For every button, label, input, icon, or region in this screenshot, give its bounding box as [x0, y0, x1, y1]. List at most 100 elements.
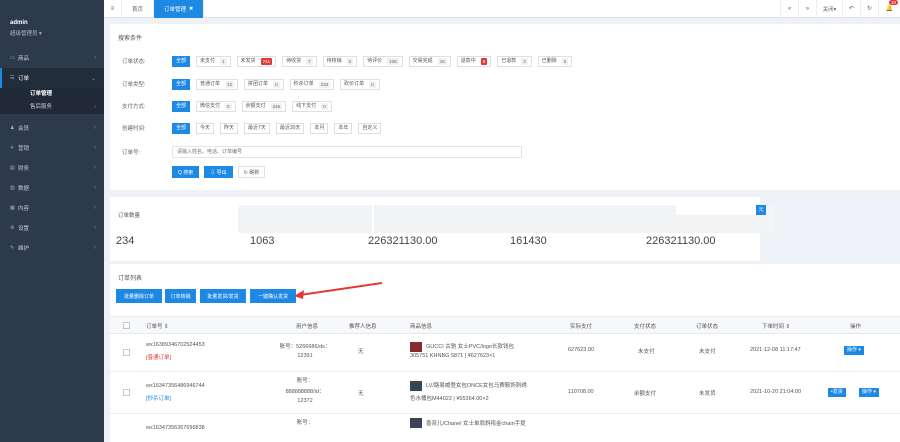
time-chip[interactable]: 最近30天	[275, 122, 305, 134]
user-info: 12391	[297, 353, 313, 359]
keyword-search-input[interactable]	[172, 146, 522, 158]
chip-count: 0	[346, 57, 354, 65]
time-chip[interactable]: 昨天	[220, 122, 239, 134]
marketing-icon: ✈	[10, 145, 15, 151]
search-button[interactable]: Q 搜索	[172, 166, 200, 178]
status-chip[interactable]: 退款中 6	[456, 55, 492, 67]
ship-button[interactable]: ▪发货	[828, 388, 846, 397]
type-chip[interactable]: 普通订单 12	[196, 78, 239, 90]
close-tab-icon[interactable]: ✖	[189, 6, 193, 12]
user-info: 12372	[297, 398, 313, 404]
type-chip[interactable]: 砍价订单 0	[340, 78, 380, 90]
time-chip[interactable]: 自定义	[358, 122, 382, 134]
content-icon: ▦	[10, 205, 15, 211]
stat-value: 234	[116, 235, 135, 247]
close-menu-button[interactable]: 关闭▾	[816, 0, 842, 18]
verify-order-button[interactable]: 订单核销	[165, 289, 196, 303]
status-chip[interactable]: 待收货 7	[282, 55, 317, 67]
status-chip[interactable]: 未支付 1	[196, 55, 231, 67]
chip-count: 245	[270, 102, 283, 110]
sidebar-item-label: 内容	[18, 206, 30, 212]
status-chip-all[interactable]: 全部	[172, 55, 191, 67]
user-role[interactable]: 超级管理员 ▾	[10, 29, 104, 37]
status-chip[interactable]: 已删除 5	[537, 55, 573, 67]
row-checkbox[interactable]	[123, 349, 130, 356]
refresh-button[interactable]: ↻ 刷新	[237, 166, 266, 178]
time-chip[interactable]: 最近7天	[244, 122, 270, 134]
confirm-ship-button[interactable]: 一键确认发货	[250, 289, 296, 303]
notification-bell[interactable]: 🔔 10	[878, 0, 900, 18]
status-chip[interactable]: 待评价 108	[363, 55, 403, 67]
pay-chip[interactable]: 余额支付 245	[241, 100, 287, 112]
sidebar-item-content[interactable]: ▦ 内容 ‹	[0, 198, 104, 218]
pay-chip[interactable]: 线下支付 0	[292, 100, 332, 112]
order-status: 未发货	[699, 391, 716, 397]
chevron-right-icon: ‹	[94, 165, 96, 171]
sidebar-item-order[interactable]: ☰ 订单 ⌄	[0, 68, 104, 88]
type-chip-all[interactable]: 全部	[172, 78, 191, 90]
select-all-checkbox[interactable]	[123, 322, 130, 329]
referrer-info: 无	[358, 349, 364, 355]
sidebar-item-finance[interactable]: ▤ 财务 ‹	[0, 158, 104, 178]
status-chip[interactable]: 待核销 0	[322, 55, 358, 67]
product-thumbnail[interactable]	[410, 381, 422, 391]
status-chip[interactable]: 交易完成 16	[408, 55, 451, 67]
chip-count: 233	[318, 80, 331, 88]
sidebar-item-label: 设置	[18, 226, 30, 232]
chip-count: 108	[387, 57, 399, 65]
pay-chip-all[interactable]: 全部	[172, 100, 191, 112]
menu-toggle-icon[interactable]: ≡	[104, 0, 122, 18]
tab-order-manage[interactable]: 订单管理 ✖	[154, 0, 205, 18]
user-box[interactable]: admin 超级管理员 ▾	[0, 0, 104, 48]
column-header: 支付状态	[634, 324, 657, 330]
column-header[interactable]: 下单时间 ⇕	[762, 322, 790, 330]
sidebar-item-member[interactable]: ♟ 会员 ‹	[0, 118, 104, 138]
chip-label: 待评价	[367, 58, 383, 64]
sidebar-subitem-aftersale[interactable]: 售后服务 ‹	[0, 101, 104, 114]
time-chip[interactable]: 本月	[310, 122, 329, 134]
sidebar-subitem-order-manage[interactable]: 订单管理	[0, 88, 104, 101]
time-chip[interactable]: 本年	[334, 122, 353, 134]
scroll-right-icon[interactable]: »	[798, 0, 816, 18]
column-header[interactable]: 订单号 ⇕	[146, 322, 169, 330]
member-icon: ♟	[10, 125, 15, 131]
sidebar-item-data[interactable]: ▥ 数据 ‹	[0, 178, 104, 198]
sidebar-item-marketing[interactable]: ✈ 营销 ‹	[0, 138, 104, 158]
chip-label: 微信支付	[200, 103, 221, 109]
type-chip[interactable]: 秒杀订单 233	[289, 78, 335, 90]
tab-home[interactable]: 首页	[122, 0, 155, 18]
stats-panel: 订单数量 234 1063 226321130.00 161430 226321…	[110, 197, 774, 261]
product-thumbnail[interactable]	[410, 418, 422, 428]
pay-chip[interactable]: 微信支付 0	[196, 100, 236, 112]
sidebar-item-maintain[interactable]: ✎ 维护 ‹	[0, 238, 104, 258]
sidebar-item-shop[interactable]: ▭ 商品 ‹	[0, 48, 104, 68]
pay-status: 未支付	[638, 349, 655, 355]
settings-icon: ⚙	[10, 225, 15, 231]
chip-count: 5	[561, 57, 569, 65]
export-button[interactable]: ⇩ 导出	[204, 166, 233, 178]
action-dropdown-button[interactable]: 操作 ▾	[844, 346, 864, 355]
scroll-left-icon[interactable]: «	[780, 0, 798, 18]
time-chip[interactable]: 今天	[196, 122, 215, 134]
sidebar-item-label: 售后服务	[30, 104, 53, 110]
chip-count: 0	[369, 80, 376, 88]
paid-amount: 110708.00	[568, 389, 594, 395]
chip-count: 12	[225, 80, 235, 88]
refresh-icon[interactable]: ↻	[860, 0, 878, 18]
stats-side-button[interactable]: 元	[756, 205, 766, 215]
product-thumbnail[interactable]	[410, 342, 422, 352]
status-chip[interactable]: 已退款 3	[497, 55, 532, 67]
batch-delete-button[interactable]: 批量删除订单	[116, 289, 162, 303]
type-chip[interactable]: 拼团订单 0	[244, 78, 284, 90]
back-icon[interactable]: ↶	[842, 0, 860, 18]
time-chip-all[interactable]: 全部	[172, 122, 191, 134]
order-time: 2021-12-08 11:17:47	[750, 347, 801, 353]
sidebar-item-settings[interactable]: ⚙ 设置 ‹	[0, 218, 104, 238]
status-chip[interactable]: 未发货 741	[236, 55, 277, 67]
chip-label: 退款中	[460, 58, 476, 64]
action-dropdown-button[interactable]: 操作 ▾	[859, 388, 879, 397]
search-panel: 搜索条件 订单状态: 全部 未支付 1 未发货 741 待收货 7 待核销 0 待评价 1…	[110, 24, 900, 190]
row-checkbox[interactable]	[123, 389, 130, 396]
filter-label: 订单状态:	[122, 59, 146, 65]
batch-ship-button[interactable]: 批量发货/发货	[200, 289, 246, 303]
